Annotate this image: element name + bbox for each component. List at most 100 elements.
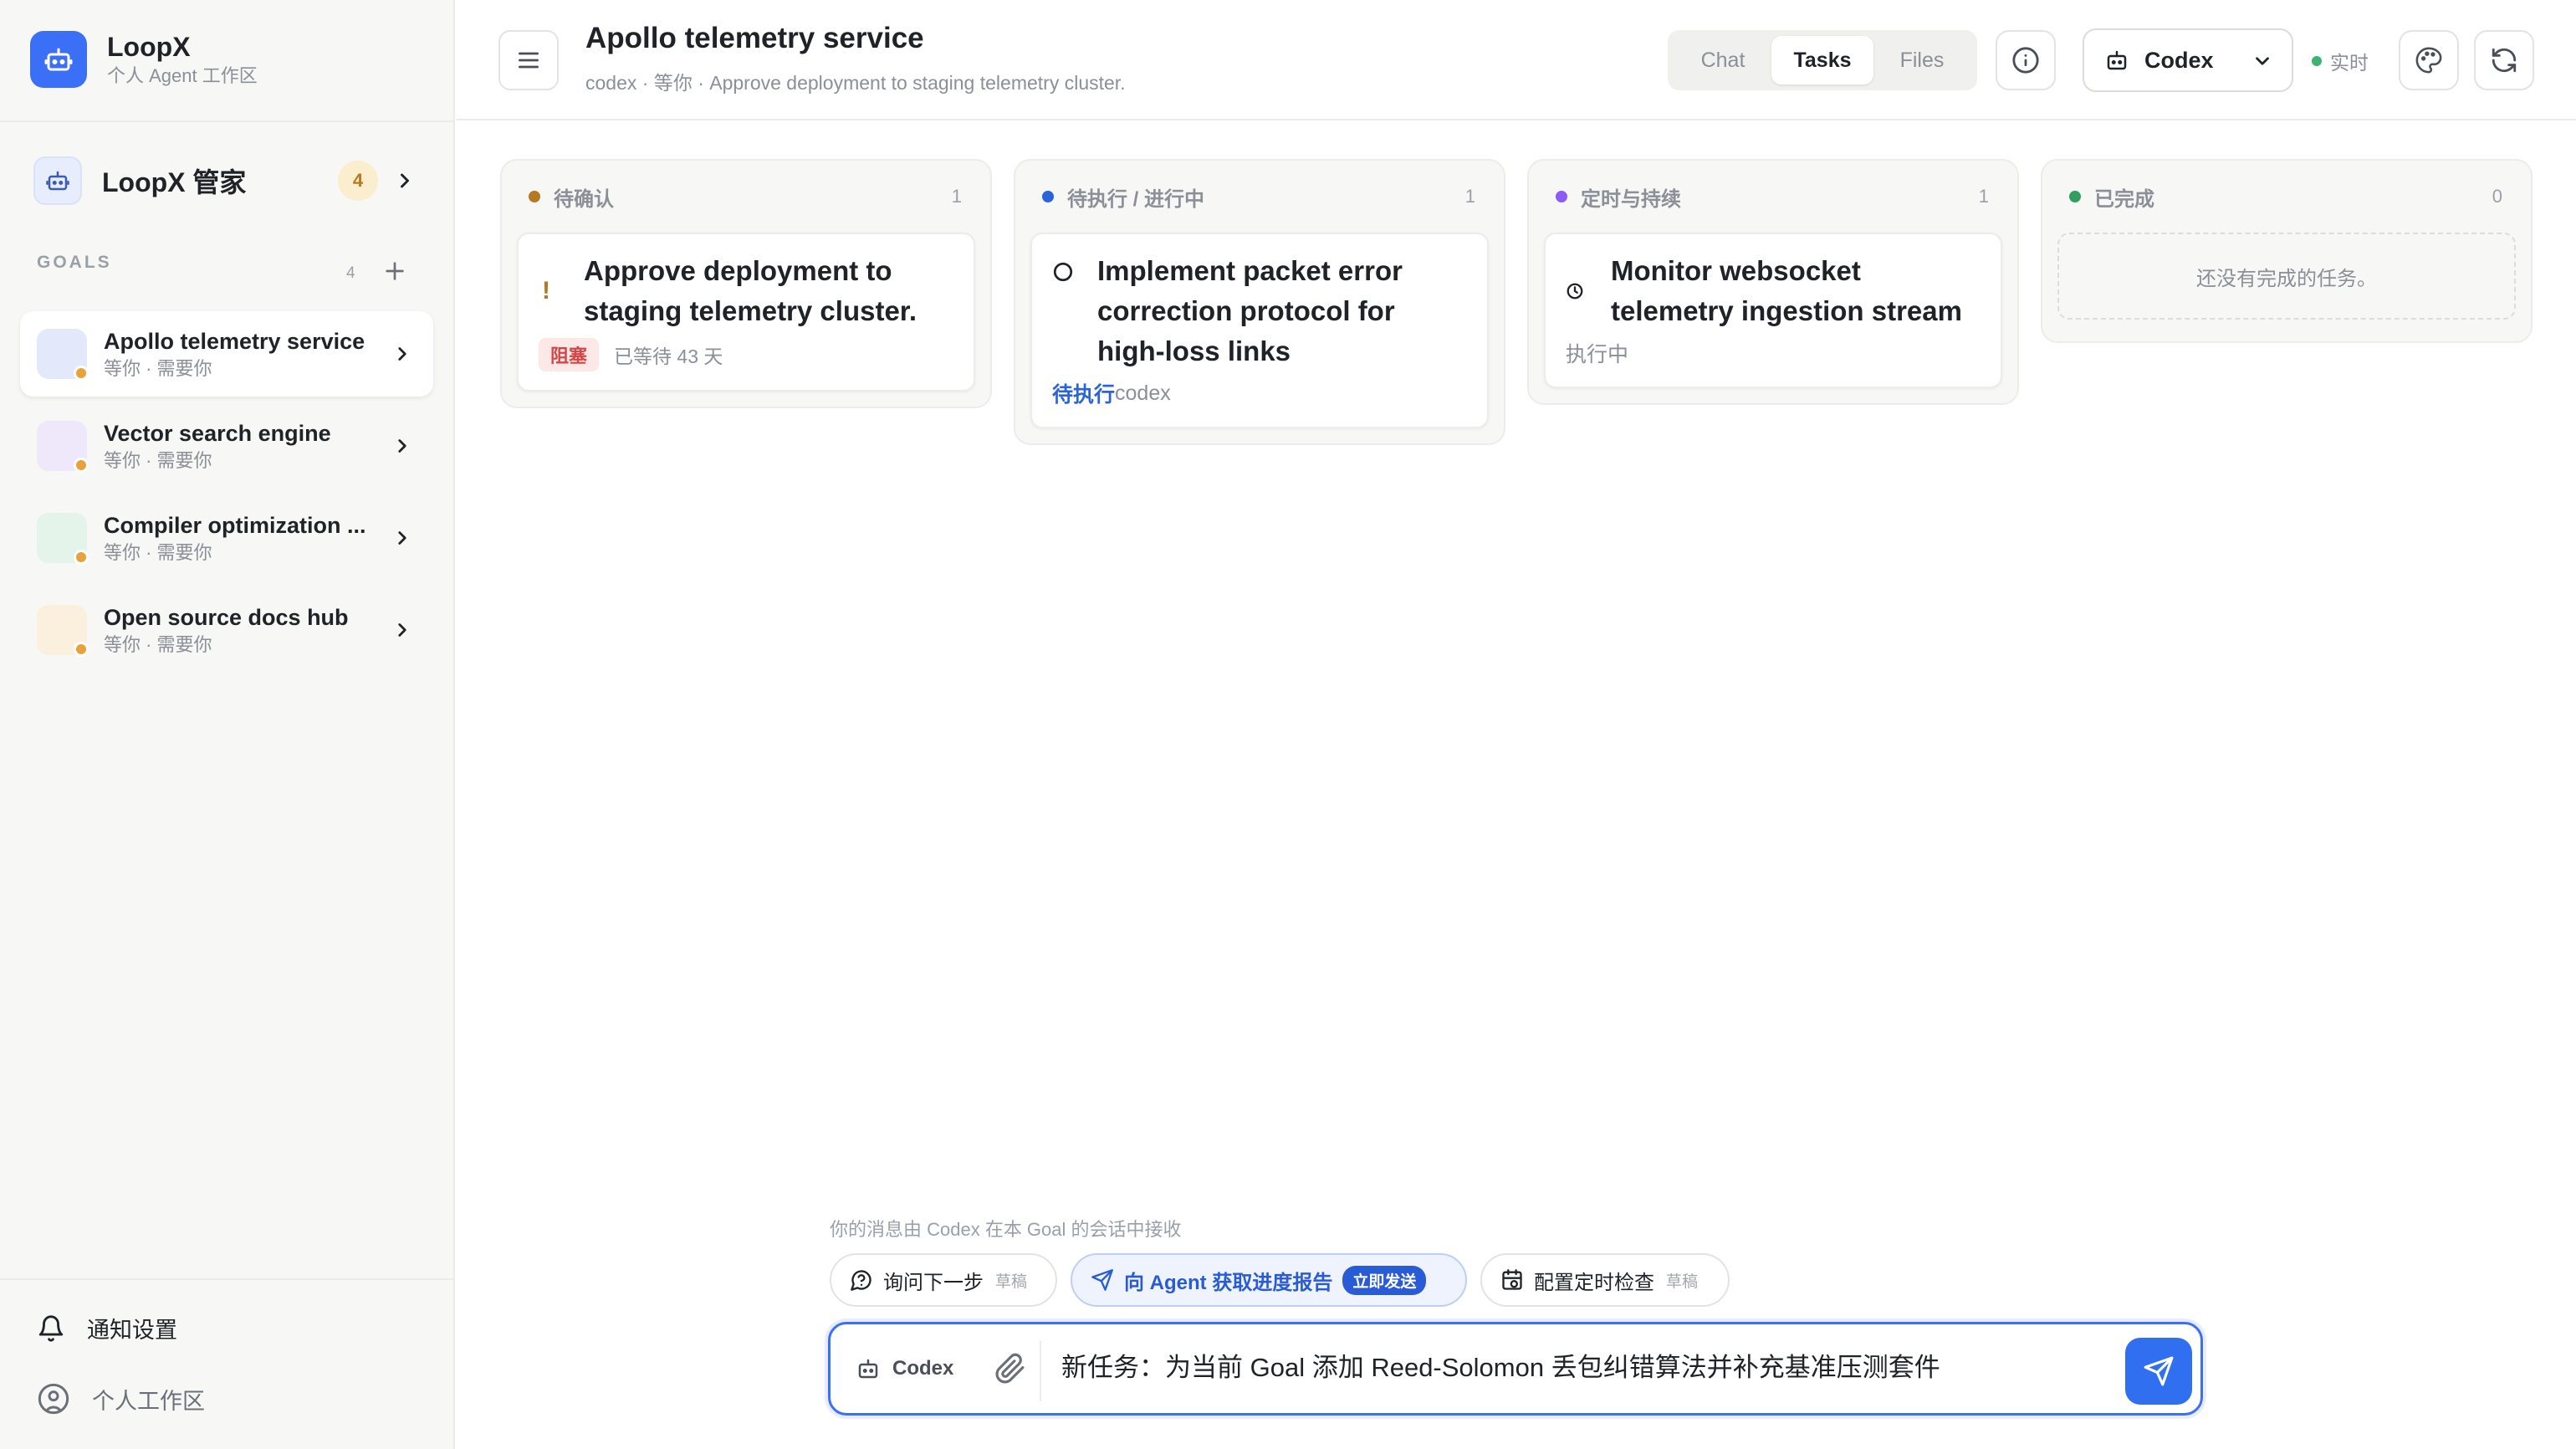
butler-label: LoopX 管家 <box>102 167 247 197</box>
butler-item[interactable]: LoopX 管家 4 <box>33 156 422 206</box>
column-count: 0 <box>2492 186 2502 207</box>
circle-icon <box>1052 261 1077 283</box>
goal-title: Compiler optimization ... <box>104 513 366 538</box>
column-in-progress: 待执行 / 进行中 1 Implement packet error corre… <box>1014 159 1505 445</box>
workspace-label: 个人工作区 <box>92 1388 205 1414</box>
notification-settings[interactable]: 通知设置 <box>37 1312 177 1344</box>
butler-badge: 4 <box>338 161 378 201</box>
column-title: 已完成 <box>2094 187 2154 211</box>
goal-avatar <box>37 329 89 381</box>
page-subtitle: codex · 等你 · Approve deployment to stagi… <box>585 72 1126 94</box>
blocked-badge: 阻塞 <box>539 338 600 371</box>
column-count: 1 <box>1978 186 1989 207</box>
chip-label: 配置定时检查 <box>1534 1271 1654 1294</box>
clock-icon <box>1566 282 1591 300</box>
add-goal-button[interactable] <box>381 258 408 284</box>
goal-avatar <box>37 513 89 565</box>
notification-settings-label: 通知设置 <box>87 1318 177 1343</box>
sidebar: LoopX 个人 Agent 工作区 LoopX 管家 4 GOALS 4 Ap… <box>0 0 455 1449</box>
goal-subtitle: 等你 · 需要你 <box>104 450 212 471</box>
goal-avatar <box>37 605 89 657</box>
sidebar-footer-divider <box>0 1278 453 1280</box>
view-tabs: Chat Tasks Files <box>1668 30 1977 90</box>
robot-icon <box>2104 48 2129 73</box>
column-pending-confirm: 待确认 1 ! Approve deployment to staging te… <box>500 159 992 408</box>
column-title: 待执行 / 进行中 <box>1067 187 1205 211</box>
tab-tasks[interactable]: Tasks <box>1771 36 1873 84</box>
task-status: 执行中 <box>1566 343 1629 366</box>
refresh-icon <box>2492 48 2517 73</box>
progress-report-chip[interactable]: 向 Agent 获取进度报告 立即发送 <box>1071 1253 1467 1307</box>
task-card[interactable]: Implement packet error correction protoc… <box>1030 233 1489 428</box>
workspace-switcher[interactable]: 个人工作区 <box>37 1382 205 1416</box>
composer: Codex <box>828 1322 2203 1416</box>
column-scheduled: 定时与持续 1 Monitor websocket telemetry inge… <box>1527 159 2019 405</box>
theme-button[interactable] <box>2399 30 2459 90</box>
goal-item[interactable]: Vector search engine 等你 · 需要你 <box>20 403 433 489</box>
bell-icon <box>38 1315 64 1342</box>
message-input[interactable] <box>1061 1349 2098 1380</box>
robot-icon <box>858 1359 878 1379</box>
user-circle-icon <box>38 1383 69 1415</box>
empty-state: 还没有完成的任务。 <box>2057 233 2516 320</box>
exclamation-icon: ! <box>542 277 550 305</box>
sidebar-divider <box>0 120 453 122</box>
goal-status-dot <box>74 642 89 657</box>
brand-name: LoopX <box>107 32 191 62</box>
goal-item[interactable]: Apollo telemetry service 等你 · 需要你 <box>20 311 433 397</box>
task-card[interactable]: Monitor websocket telemetry ingestion st… <box>1544 233 2002 388</box>
composer-agent-label: Codex <box>892 1357 954 1380</box>
brand-subtitle: 个人 Agent 工作区 <box>107 65 258 86</box>
goal-title: Open source docs hub <box>104 605 349 630</box>
robot-logo-icon <box>30 31 87 88</box>
calendar-clock-icon <box>1502 1269 1522 1290</box>
agent-select[interactable]: Codex <box>2083 28 2293 92</box>
chevron-down-icon <box>2251 50 2273 72</box>
paperclip-icon <box>995 1353 1025 1384</box>
chevron-right-icon <box>391 527 413 549</box>
column-title: 待确认 <box>554 187 614 211</box>
live-label: 实时 <box>2330 52 2369 74</box>
chevron-right-icon <box>391 435 413 457</box>
chip-label: 向 Agent 获取进度报告 <box>1124 1271 1333 1294</box>
send-now-badge: 立即发送 <box>1342 1265 1427 1295</box>
goal-status-dot <box>74 550 89 565</box>
agent-select-value: Codex <box>2144 47 2214 73</box>
goal-subtitle: 等你 · 需要你 <box>104 542 212 563</box>
composer-agent-select[interactable]: Codex <box>856 1356 953 1381</box>
send-icon <box>2144 1356 2174 1386</box>
info-button[interactable] <box>1996 30 2056 90</box>
header: Apollo telemetry service codex · 等你 · Ap… <box>457 0 2576 120</box>
goal-title: Apollo telemetry service <box>104 329 365 354</box>
tab-chat[interactable]: Chat <box>1674 36 1771 84</box>
refresh-button[interactable] <box>2474 30 2534 90</box>
page-title: Apollo telemetry service <box>585 22 924 54</box>
brand[interactable]: LoopX 个人 Agent 工作区 <box>30 30 258 89</box>
task-title: Approve deployment to staging telemetry … <box>584 255 917 326</box>
goal-item[interactable]: Compiler optimization ... 等你 · 需要你 <box>20 495 433 581</box>
task-card[interactable]: ! Approve deployment to staging telemetr… <box>517 233 975 392</box>
column-title: 定时与持续 <box>1581 187 1681 211</box>
column-count: 1 <box>1464 186 1475 207</box>
menu-button[interactable] <box>498 30 559 90</box>
goal-subtitle: 等你 · 需要你 <box>104 634 212 655</box>
ask-next-step-chip[interactable]: 询问下一步 草稿 <box>830 1253 1057 1307</box>
send-icon <box>1091 1269 1113 1291</box>
draft-tag: 草稿 <box>995 1272 1028 1291</box>
chevron-right-icon <box>391 619 413 641</box>
goals-section-label: GOALS <box>37 253 112 272</box>
goal-subtitle: 等你 · 需要你 <box>104 358 212 379</box>
column-dot <box>1042 191 1054 202</box>
attach-button[interactable] <box>994 1353 1026 1389</box>
send-button[interactable] <box>2125 1338 2192 1405</box>
schedule-check-chip[interactable]: 配置定时检查 草稿 <box>1480 1253 1730 1307</box>
column-dot <box>2069 191 2081 202</box>
tab-files[interactable]: Files <box>1873 36 1970 84</box>
goal-status-dot <box>74 458 89 473</box>
live-indicator: 实时 <box>2312 47 2369 75</box>
chevron-right-icon <box>391 343 413 365</box>
goal-item[interactable]: Open source docs hub 等你 · 需要你 <box>20 587 433 673</box>
column-done: 已完成 0 还没有完成的任务。 <box>2041 159 2533 343</box>
info-icon <box>2012 47 2039 74</box>
palette-icon <box>2415 47 2442 74</box>
